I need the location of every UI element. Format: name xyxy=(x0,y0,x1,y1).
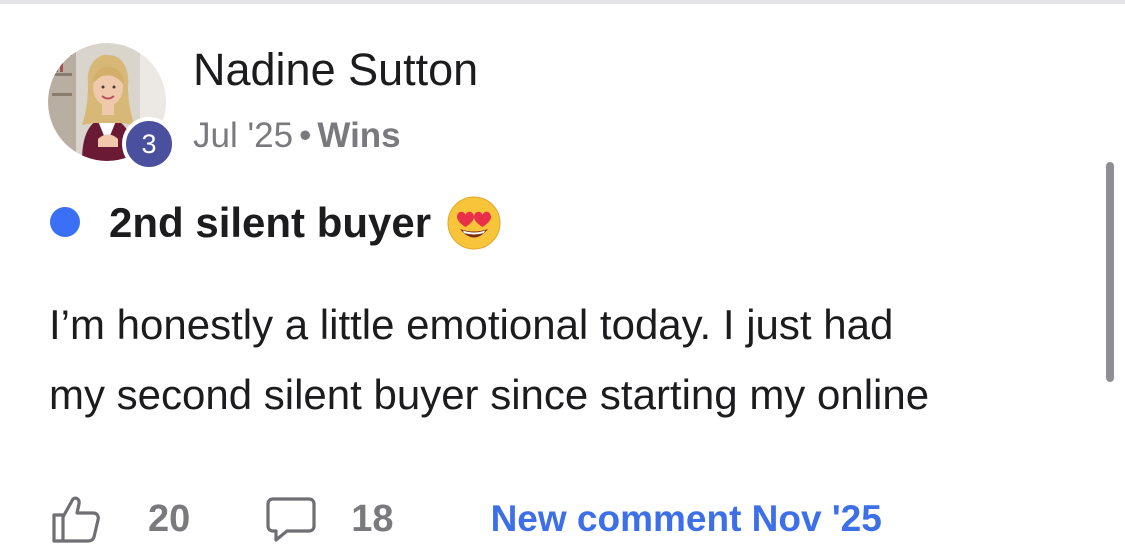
new-comment-link[interactable]: New comment Nov '25 xyxy=(491,498,882,540)
comment-bubble-icon xyxy=(266,497,316,542)
comments-count: 18 xyxy=(351,497,394,540)
likes-count: 20 xyxy=(148,497,191,540)
top-divider xyxy=(0,0,1125,4)
post-title-row[interactable]: 2nd silent buyer xyxy=(109,196,501,250)
post-body-preview[interactable]: I’m honestly a little emotional today. I… xyxy=(49,290,1089,430)
post-actions: 20 18 New comment Nov '25 xyxy=(50,492,882,546)
post-body-line: I’m honestly a little emotional today. I… xyxy=(49,301,894,348)
post-date: Jul '25 xyxy=(193,116,294,155)
author-name[interactable]: Nadine Sutton xyxy=(193,44,478,96)
heart-eyes-emoji-icon xyxy=(447,196,501,250)
author-avatar[interactable]: 3 xyxy=(48,43,176,171)
like-button[interactable]: 20 xyxy=(50,493,190,545)
meta-separator: • xyxy=(299,116,312,155)
level-badge: 3 xyxy=(122,117,176,171)
post-meta: Jul '25 • Wins xyxy=(193,114,401,158)
unread-indicator-icon xyxy=(50,207,80,237)
scrollbar[interactable] xyxy=(1106,162,1114,382)
post-body-line: my second silent buyer since starting my… xyxy=(49,371,930,418)
comments-button[interactable]: 18 xyxy=(265,493,394,545)
post-card[interactable]: 3 Nadine Sutton Jul '25 • Wins 2nd silent … xyxy=(0,0,1125,557)
post-title: 2nd silent buyer xyxy=(109,199,432,246)
post-category[interactable]: Wins xyxy=(317,116,400,155)
thumbs-up-icon xyxy=(52,496,100,543)
